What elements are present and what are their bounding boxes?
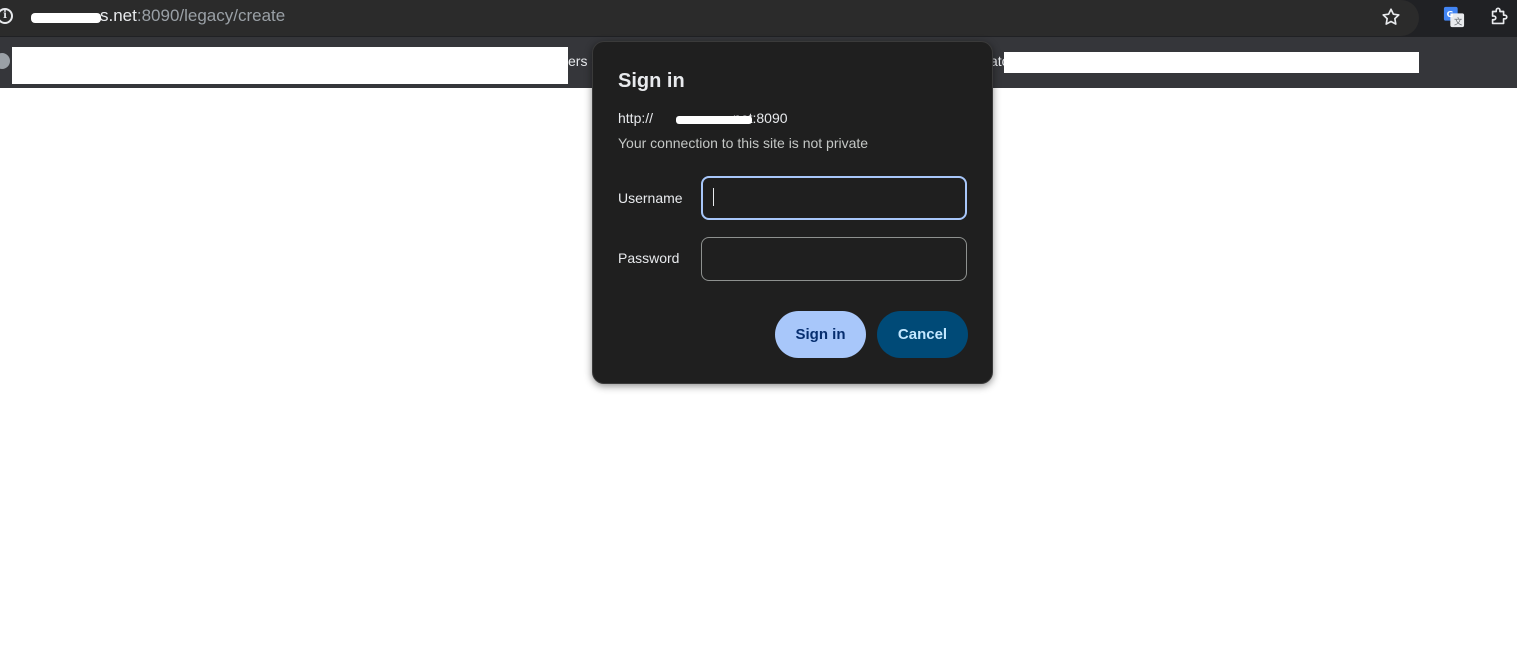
redaction-bar xyxy=(12,47,568,84)
redaction-bar xyxy=(676,116,752,124)
password-label: Password xyxy=(618,250,680,266)
username-field[interactable] xyxy=(701,176,967,220)
dialog-origin: http://net:8090 xyxy=(618,110,788,126)
svg-text:文: 文 xyxy=(1454,16,1462,26)
translate-icon[interactable]: G 文 xyxy=(1443,6,1465,28)
redaction-bar xyxy=(1004,52,1419,73)
info-icon[interactable]: i xyxy=(0,8,13,24)
sign-in-button[interactable]: Sign in xyxy=(775,311,866,358)
browser-toolbar: i s.net:8090/legacy/create G 文 xyxy=(0,0,1517,37)
svg-text:G: G xyxy=(1447,9,1454,19)
address-bar[interactable]: i s.net:8090/legacy/create xyxy=(0,0,1419,36)
redaction-bar xyxy=(31,13,101,23)
password-field[interactable] xyxy=(701,237,967,281)
extensions-icon[interactable] xyxy=(1488,6,1510,28)
cancel-button[interactable]: Cancel xyxy=(877,311,968,358)
url-host: s.net xyxy=(100,6,137,25)
dialog-title: Sign in xyxy=(618,70,685,92)
origin-prefix: http:// xyxy=(618,110,654,126)
sign-in-dialog: Sign in http://net:8090 Your connection … xyxy=(592,41,993,384)
connection-warning: Your connection to this site is not priv… xyxy=(618,135,869,151)
star-icon[interactable] xyxy=(1380,6,1402,28)
text-caret xyxy=(713,188,714,206)
bookmark-favicon-icon xyxy=(0,53,10,69)
username-label: Username xyxy=(618,190,683,206)
url-path: :8090/legacy/create xyxy=(136,6,286,25)
